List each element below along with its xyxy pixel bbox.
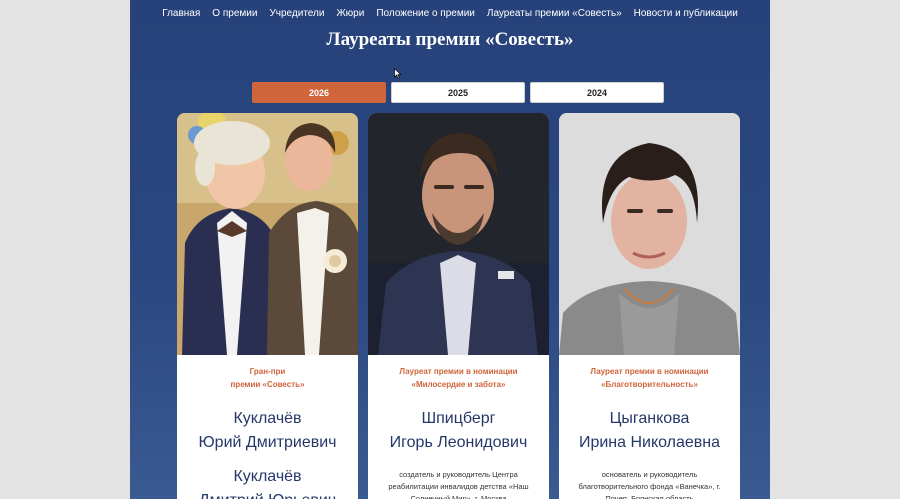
laureate-given-name: Игорь Леонидович xyxy=(389,434,528,451)
year-tab-2026[interactable]: 2026 xyxy=(252,82,386,103)
laureate-cards: Гран-при премии «Совесть» Куклачёв Юрий … xyxy=(177,113,740,499)
year-tabs: 2026 2025 2024 xyxy=(252,82,664,103)
nav-link-home[interactable]: Главная xyxy=(156,8,206,20)
year-tab-2024[interactable]: 2024 xyxy=(530,82,664,103)
laureate-description: основатель и руководитель благотворитель… xyxy=(578,470,721,499)
laureate-given-name: Дмитрий Юрьевич xyxy=(177,489,358,499)
nav-link-regulations[interactable]: Положение о премии xyxy=(370,8,481,20)
laureate-surname: Шпицберг xyxy=(421,410,496,427)
nomination-subtitle: «Милосердие и забота» xyxy=(411,380,506,389)
nomination-title: Лауреат премии в номинации xyxy=(399,367,518,376)
laureate-card[interactable]: Лауреат премии в номинации «Милосердие и… xyxy=(368,113,549,499)
nomination-subtitle: премии «Совесть» xyxy=(230,380,305,389)
laureate-info: Лауреат премии в номинации «Благотворите… xyxy=(559,355,740,499)
laureate-given-name: Ирина Николаевна xyxy=(578,434,721,451)
laureate-photo xyxy=(559,113,740,355)
laureate-card[interactable]: Лауреат премии в номинации «Благотворите… xyxy=(559,113,740,499)
laureate-info: Лауреат премии в номинации «Милосердие и… xyxy=(368,355,549,499)
page-title: Лауреаты премии «Совесть» xyxy=(326,29,574,50)
nomination-title: Лауреат премии в номинации xyxy=(590,367,709,376)
nomination-title: Гран-при xyxy=(249,367,286,376)
nomination-subtitle: «Благотворительность» xyxy=(601,380,698,389)
nav-link-laureates[interactable]: Лауреаты премии «Совесть» xyxy=(481,8,628,20)
nav-link-news[interactable]: Новости и публикации xyxy=(628,8,744,20)
laureate-card[interactable]: Гран-при премии «Совесть» Куклачёв Юрий … xyxy=(177,113,358,499)
laureate-given-name: Юрий Дмитриевич xyxy=(198,434,337,451)
laureate-surname: Куклачёв xyxy=(233,410,302,427)
laureate-photo xyxy=(368,113,549,355)
laureate-surname: Куклачёв xyxy=(233,468,302,485)
main-page: Главная О премии Учредители Жюри Положен… xyxy=(130,0,770,499)
laureate-info: Гран-при премии «Совесть» Куклачёв Юрий … xyxy=(177,355,358,499)
laureate-description: создатель и руководитель Центра реабилит… xyxy=(388,470,529,499)
laureate-surname: Цыганкова xyxy=(609,410,690,427)
nav-link-founders[interactable]: Учредители xyxy=(263,8,330,20)
mouse-cursor-icon xyxy=(394,68,402,79)
nav-link-about[interactable]: О премии xyxy=(206,8,263,20)
laureate-photo xyxy=(177,113,358,355)
top-nav: Главная О премии Учредители Жюри Положен… xyxy=(130,8,770,20)
nav-link-jury[interactable]: Жюри xyxy=(330,8,370,20)
year-tab-2025[interactable]: 2025 xyxy=(391,82,525,103)
